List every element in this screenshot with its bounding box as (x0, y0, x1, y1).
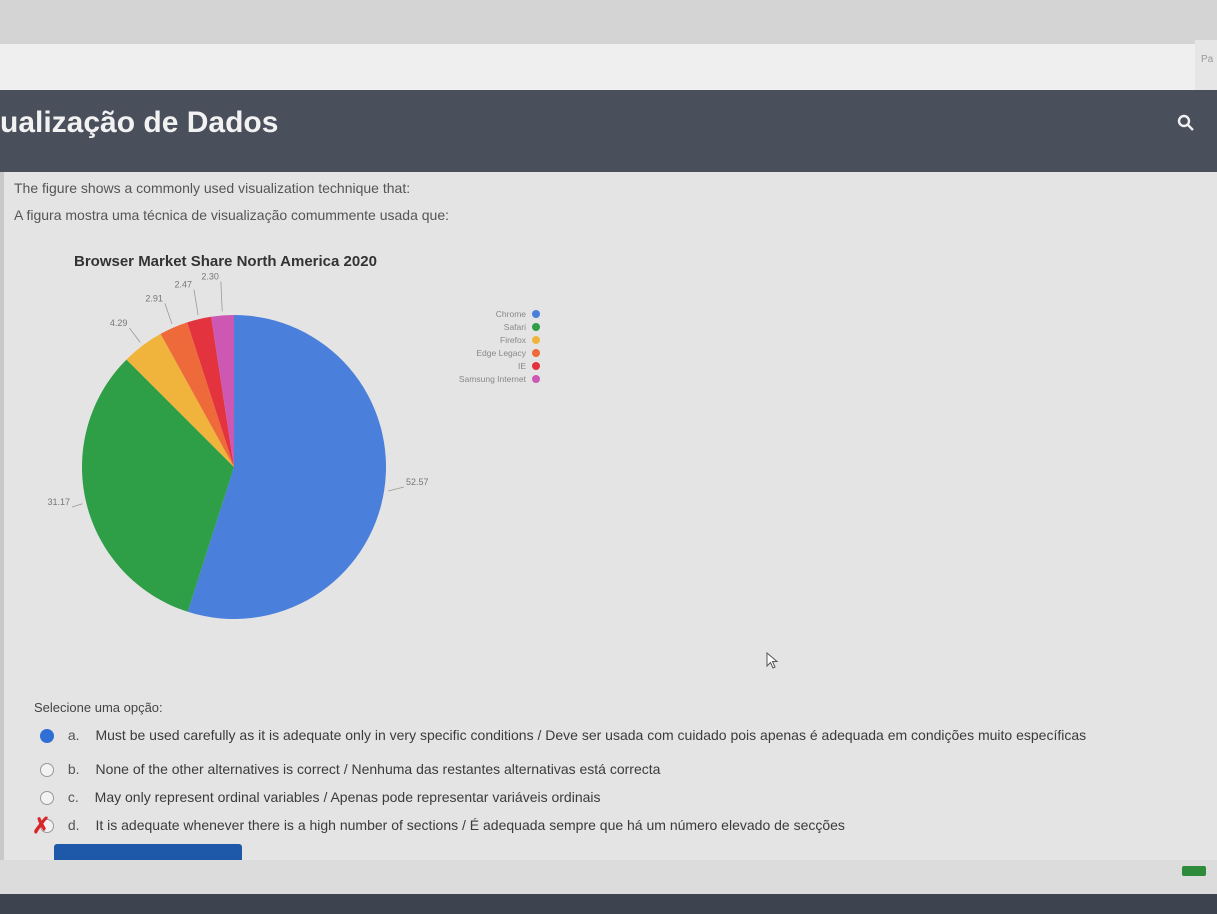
side-label-1: Pa (1201, 54, 1214, 65)
chat-icon[interactable] (1180, 864, 1208, 878)
legend-dot (532, 323, 540, 331)
chart-title: Browser Market Share North America 2020 (74, 253, 377, 270)
legend-dot (532, 362, 540, 370)
option-c-text: May only represent ordinal variables / A… (94, 789, 601, 805)
legend-label: IE (518, 361, 526, 371)
pie-data-label: 2.30 (201, 271, 219, 281)
pie-leader-line (388, 486, 405, 492)
pie-data-label: 2.47 (174, 280, 192, 290)
search-icon[interactable] (1177, 114, 1195, 132)
option-d-text: It is adequate whenever there is a high … (95, 817, 845, 833)
option-b[interactable]: b. None of the other alternatives is cor… (40, 761, 660, 783)
course-header: ualização de Dados (0, 90, 1217, 172)
option-a-letter: a. (67, 727, 80, 743)
legend-label: Safari (504, 322, 526, 332)
page-title: ualização de Dados (0, 106, 279, 139)
pie-leader-line (220, 281, 223, 312)
pie-chart: Browser Market Share North America 2020 … (47, 253, 540, 619)
option-c[interactable]: c. May only represent ordinal variables … (40, 789, 601, 811)
option-a[interactable]: a. Must be used carefully as it is adequ… (40, 727, 1086, 749)
option-d-letter: d. (67, 817, 80, 833)
pie-data-label: 4.29 (110, 318, 128, 328)
pie-data-label: 2.91 (145, 293, 163, 303)
browser-top-strip (0, 0, 1217, 44)
radio-a[interactable] (40, 729, 54, 744)
pie-leader-line (164, 303, 173, 324)
radio-b[interactable] (40, 763, 54, 778)
option-c-letter: c. (67, 789, 79, 805)
pie-leader-line (129, 327, 141, 343)
legend-dot (532, 375, 540, 383)
question-content: The figure shows a commonly used visuali… (4, 172, 1217, 860)
radio-c[interactable] (40, 791, 54, 806)
pie-leader-line (71, 503, 83, 508)
legend-dot (532, 336, 540, 344)
option-d[interactable]: ✗ d. It is adequate whenever there is a … (32, 813, 845, 839)
option-b-text: None of the other alternatives is correc… (95, 761, 661, 777)
wrong-mark-icon: ✗ (32, 813, 51, 838)
option-b-letter: b. (67, 761, 80, 777)
question-text-pt: A figura mostra uma técnica de visualiza… (14, 207, 450, 223)
question-text-en: The figure shows a commonly used visuali… (14, 180, 411, 196)
legend-label: Edge Legacy (476, 348, 526, 358)
pie-data-label: 52.57 (406, 477, 429, 487)
legend-label: Samsung Internet (459, 374, 527, 384)
pie-leader-line (193, 289, 199, 316)
option-a-text: Must be used carefully as it is adequate… (95, 727, 1087, 743)
options-prompt: Selecione uma opção: (34, 700, 163, 715)
check-button[interactable] (54, 844, 242, 860)
navigation-bar (0, 44, 1195, 90)
bottom-bar (0, 894, 1217, 914)
legend-label: Firefox (500, 335, 527, 345)
legend-dot (532, 349, 540, 357)
legend-dot (532, 310, 540, 318)
pie-data-label: 31.17 (47, 497, 70, 507)
mouse-cursor-icon (766, 652, 779, 669)
footer (0, 860, 1217, 894)
legend-label: Chrome (496, 309, 527, 319)
